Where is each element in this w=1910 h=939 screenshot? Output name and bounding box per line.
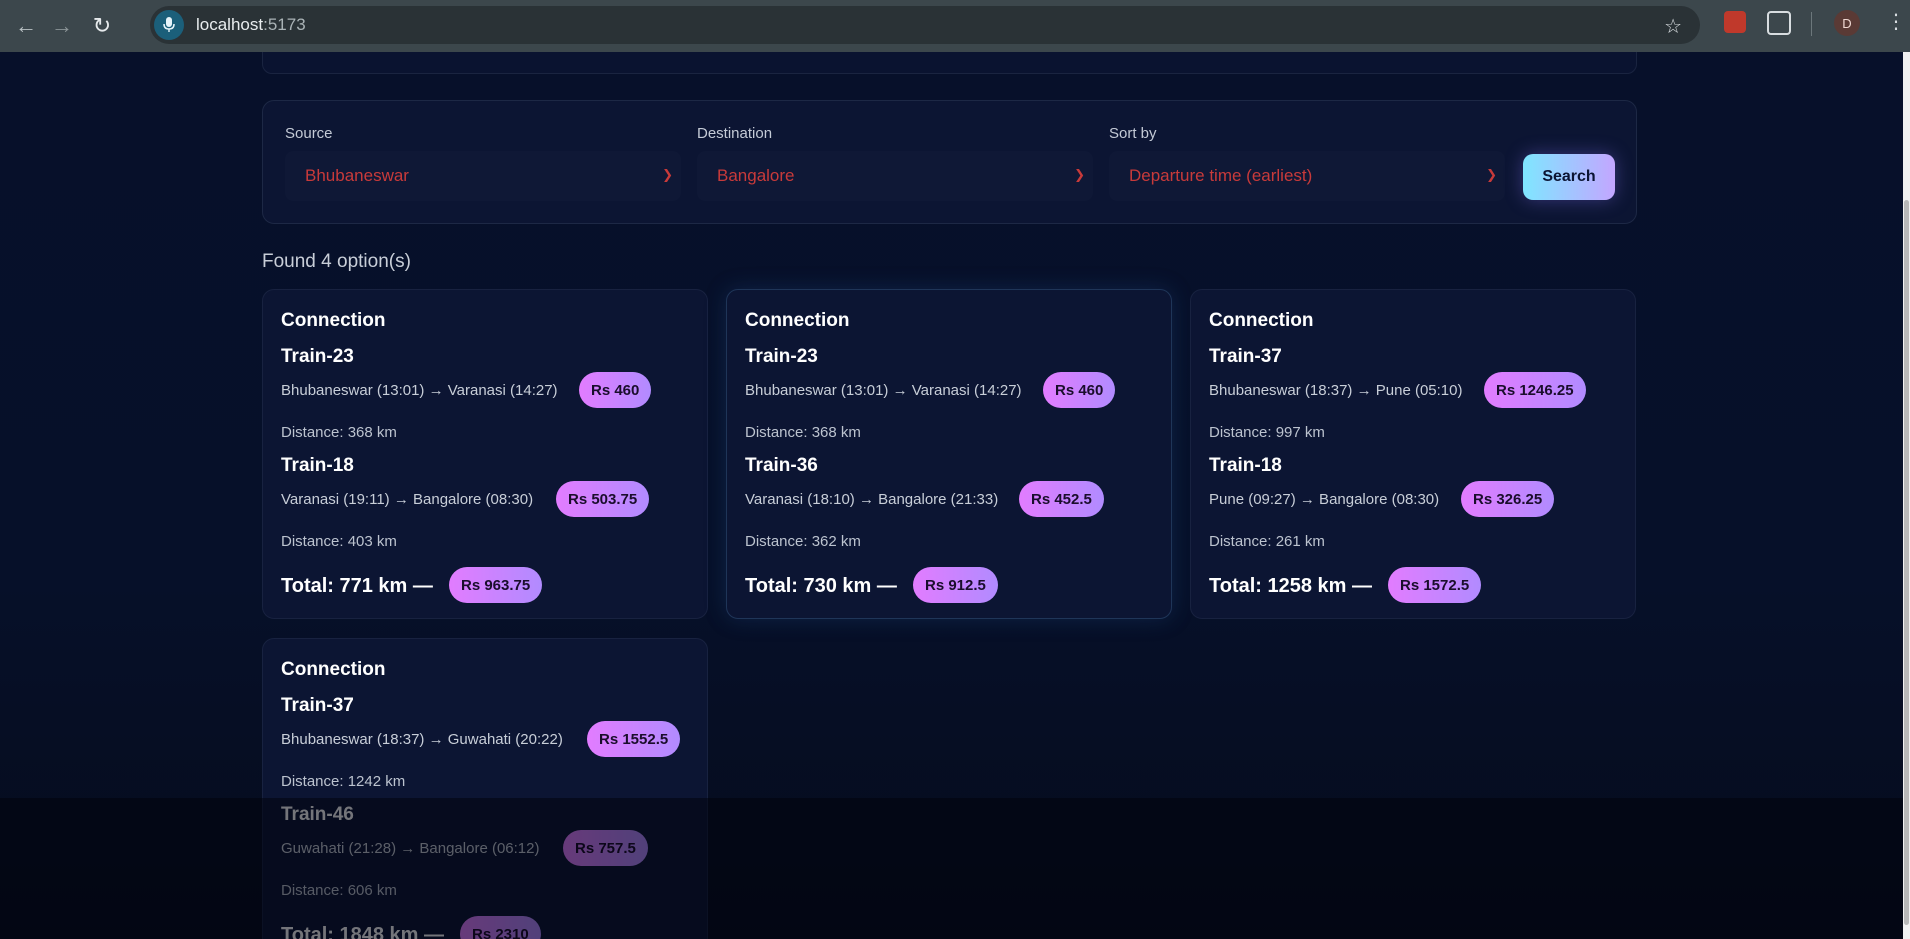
route-text: Guwahati (21:28) → Bangalore (06:12)	[281, 840, 540, 857]
distance-text: Distance: 403 km	[281, 533, 397, 550]
price-badge: Rs 460	[1043, 372, 1116, 408]
distance-text: Distance: 261 km	[1209, 533, 1325, 550]
total-price-badge: Rs 2310	[460, 916, 541, 939]
route-text: Bhubaneswar (13:01) → Varanasi (14:27)	[745, 382, 1022, 399]
total-text: Total: 730 km —	[745, 575, 897, 597]
sort-label: Sort by	[1109, 125, 1157, 142]
url-text: localhost:5173	[196, 15, 306, 35]
distance-text: Distance: 1242 km	[281, 773, 406, 790]
route-text: Varanasi (19:11) → Bangalore (08:30)	[281, 491, 534, 508]
chevron-down-icon: ❯	[662, 167, 673, 182]
card-title: Connection	[745, 310, 850, 331]
sort-value: Departure time (earliest)	[1129, 166, 1313, 185]
reload-icon[interactable]: ↻	[84, 8, 120, 44]
total-price-badge: Rs 963.75	[449, 567, 543, 603]
destination-value: Bangalore	[717, 166, 795, 185]
sort-select[interactable]: Departure time (earliest) ❯	[1109, 151, 1505, 201]
price-badge: Rs 452.5	[1019, 481, 1104, 517]
chevron-down-icon: ❯	[1074, 167, 1085, 182]
route-text: Pune (09:27) → Bangalore (08:30)	[1209, 491, 1440, 508]
extension-icon[interactable]	[1724, 11, 1746, 33]
train-name: Train-18	[281, 455, 354, 476]
card-title: Connection	[281, 310, 386, 331]
page-viewport: Source Bhubaneswar ❯ Destination Bangalo…	[0, 52, 1903, 939]
page-scrollbar[interactable]	[1903, 52, 1910, 939]
train-name: Train-36	[745, 455, 818, 476]
route-text: Varanasi (18:10) → Bangalore (21:33)	[745, 491, 999, 508]
card-title: Connection	[1209, 310, 1314, 331]
connection-card[interactable]: Connection Train-23 Bhubaneswar (13:01) …	[726, 289, 1172, 619]
bookmark-star-icon[interactable]: ☆	[1664, 14, 1682, 39]
distance-text: Distance: 362 km	[745, 533, 861, 550]
search-button[interactable]: Search	[1523, 154, 1615, 200]
total-price-badge: Rs 1572.5	[1388, 567, 1482, 603]
destination-label: Destination	[697, 125, 773, 142]
back-arrow-icon[interactable]: ←	[8, 8, 44, 44]
url-port: :5173	[263, 15, 306, 34]
price-badge: Rs 326.25	[1461, 481, 1555, 517]
extensions-puzzle-icon[interactable]	[1767, 11, 1791, 35]
route-text: Bhubaneswar (18:37) → Pune (05:10)	[1209, 382, 1463, 399]
destination-select[interactable]: Bangalore ❯	[697, 151, 1093, 201]
price-badge: Rs 757.5	[563, 830, 648, 866]
chevron-down-icon: ❯	[1486, 167, 1497, 182]
price-badge: Rs 503.75	[556, 481, 650, 517]
train-name: Train-37	[1209, 346, 1282, 367]
profile-avatar[interactable]: D	[1834, 10, 1860, 36]
forward-arrow-icon[interactable]: →	[44, 8, 80, 44]
distance-text: Distance: 606 km	[281, 882, 397, 899]
price-badge: Rs 1552.5	[587, 721, 681, 757]
train-name: Train-46	[281, 804, 354, 825]
train-name: Train-23	[281, 346, 354, 367]
address-bar[interactable]: localhost:5173 ☆	[150, 6, 1700, 44]
total-price-badge: Rs 912.5	[913, 567, 998, 603]
route-text: Bhubaneswar (13:01) → Varanasi (14:27)	[281, 382, 558, 399]
url-host: localhost	[196, 15, 264, 34]
results-count: Found 4 option(s)	[262, 251, 411, 272]
header-panel	[262, 52, 1637, 74]
toolbar-divider	[1811, 12, 1812, 36]
source-select[interactable]: Bhubaneswar ❯	[285, 151, 681, 201]
total-text: Total: 1848 km —	[281, 924, 445, 939]
menu-kebab-icon[interactable]: ⋮	[1886, 12, 1906, 32]
connection-card[interactable]: Connection Train-37 Bhubaneswar (18:37) …	[1190, 289, 1636, 619]
distance-text: Distance: 368 km	[745, 424, 861, 441]
total-text: Total: 771 km —	[281, 575, 433, 597]
browser-toolbar: ← → ↻ localhost:5173 ☆ D ⋮	[0, 0, 1910, 52]
total-text: Total: 1258 km —	[1209, 575, 1373, 597]
route-text: Bhubaneswar (18:37) → Guwahati (20:22)	[281, 731, 563, 748]
train-name: Train-37	[281, 695, 354, 716]
search-filter-panel: Source Bhubaneswar ❯ Destination Bangalo…	[262, 100, 1637, 224]
distance-text: Distance: 368 km	[281, 424, 397, 441]
microphone-icon[interactable]	[154, 10, 184, 40]
connection-card[interactable]: Connection Train-37 Bhubaneswar (18:37) …	[262, 638, 708, 939]
scrollbar-thumb[interactable]	[1904, 200, 1909, 925]
source-value: Bhubaneswar	[305, 166, 409, 185]
train-name: Train-18	[1209, 455, 1282, 476]
price-badge: Rs 1246.25	[1484, 372, 1586, 408]
connection-card[interactable]: Connection Train-23 Bhubaneswar (13:01) …	[262, 289, 708, 619]
distance-text: Distance: 997 km	[1209, 424, 1325, 441]
price-badge: Rs 460	[579, 372, 652, 408]
card-title: Connection	[281, 659, 386, 680]
source-label: Source	[285, 125, 333, 142]
train-name: Train-23	[745, 346, 818, 367]
